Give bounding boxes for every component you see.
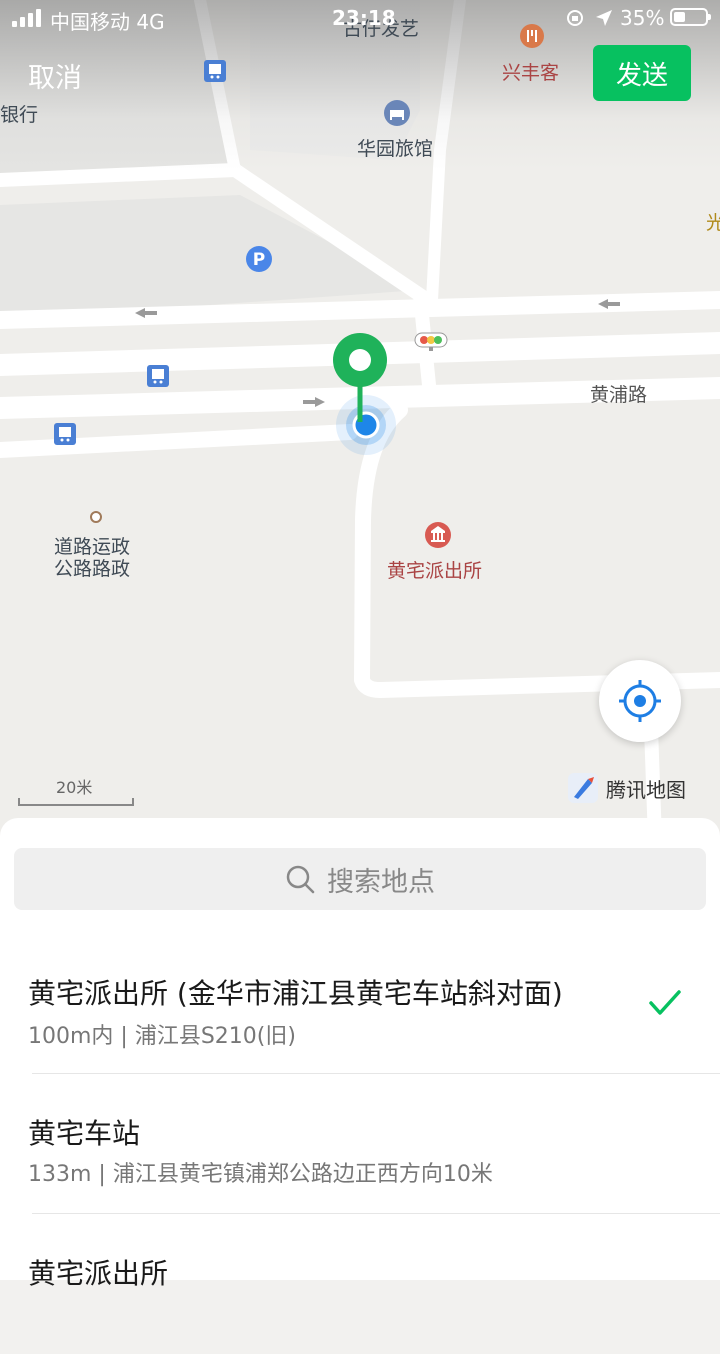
map-label-hotel: 华园旅馆	[357, 138, 434, 160]
crosshair-icon	[619, 680, 661, 722]
map-scale: 20米	[18, 774, 136, 806]
map-label-police: 黄宅派出所	[387, 560, 483, 582]
scale-bar	[18, 798, 134, 806]
carrier-text: 中国移动 4G	[50, 10, 165, 34]
battery-icon	[670, 8, 711, 26]
bus-stop-icon	[204, 60, 226, 82]
location-marker	[333, 333, 396, 455]
bus-stop-icon	[147, 365, 169, 387]
result-subtitle: 100m内 | 浦江县S210(旧)	[28, 1024, 296, 1049]
divider	[32, 1213, 720, 1214]
map-brand: 腾讯地图	[568, 772, 686, 804]
road-label-huangpu: 黄浦路	[590, 384, 648, 406]
parking-icon: P	[246, 246, 272, 272]
bus-stop-icon	[54, 423, 76, 445]
tencent-map-logo-icon	[568, 773, 598, 803]
result-item[interactable]: 黄宅派出所	[0, 1216, 720, 1354]
brand-text: 腾讯地图	[606, 777, 686, 802]
battery-fill	[674, 12, 685, 22]
selected-check-icon	[649, 990, 681, 1015]
svg-text:P: P	[253, 250, 265, 270]
result-item[interactable]: 黄宅派出所 (金华市浦江县黄宅车站斜对面) 100m内 | 浦江县S210(旧)	[0, 936, 720, 1074]
traffic-light-icon	[414, 332, 448, 351]
search-icon	[286, 865, 315, 894]
divider	[32, 1073, 720, 1074]
locate-me-button[interactable]	[599, 660, 681, 742]
search-placeholder: 搜索地点	[327, 866, 435, 898]
result-title: 黄宅派出所	[28, 1257, 169, 1290]
bottom-sheet: 搜索地点 黄宅派出所 (金华市浦江县黄宅车站斜对面) 100m内 | 浦江县S2…	[0, 818, 720, 1290]
time-text: 23:18	[332, 6, 396, 30]
map-view[interactable]: 银行 古仔发艺 兴丰客 华园旅馆 光 黄浦路 道路运政 公路路政 黄宅派出所 P	[0, 0, 720, 840]
poi-dot-icon	[90, 511, 102, 523]
hotel-icon	[384, 100, 410, 126]
result-subtitle: 133m | 浦江县黄宅镇浦郑公路边正西方向10米	[28, 1162, 493, 1187]
map-label-xingfengke: 兴丰客	[502, 62, 560, 84]
map-label-transport: 道路运政 公路路政	[54, 536, 131, 580]
map-label-guang: 光	[706, 212, 720, 234]
location-arrow-icon	[596, 10, 612, 26]
map-label-bank: 银行	[0, 104, 39, 126]
rotation-lock-icon	[567, 10, 583, 26]
result-title: 黄宅车站	[28, 1117, 141, 1150]
signal-icon	[12, 9, 42, 27]
scale-text: 20米	[56, 778, 93, 797]
status-bar: 中国移动 4G 23:18 35%	[0, 0, 720, 36]
cancel-button[interactable]: 取消	[28, 56, 82, 95]
result-title: 黄宅派出所 (金华市浦江县黄宅车站斜对面)	[28, 977, 563, 1010]
battery-percent: 35%	[620, 6, 665, 30]
result-item[interactable]: 黄宅车站 133m | 浦江县黄宅镇浦郑公路边正西方向10米	[0, 1076, 720, 1214]
search-bar[interactable]: 搜索地点	[14, 848, 706, 910]
send-button[interactable]: 发送	[593, 45, 691, 101]
police-station-icon	[425, 522, 451, 548]
